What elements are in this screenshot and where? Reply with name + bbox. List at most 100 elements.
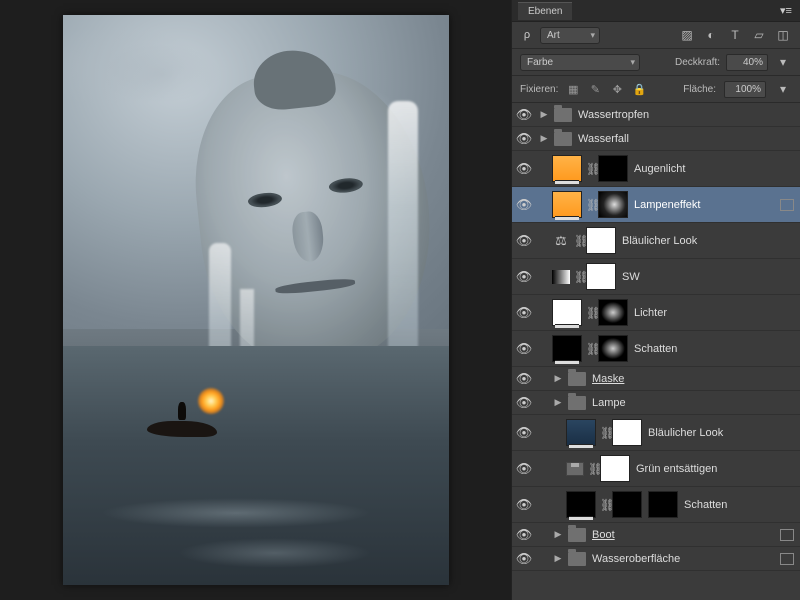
mask-link-icon[interactable]: ⛓ <box>588 462 596 476</box>
layer-mask-thumbnail[interactable] <box>586 263 616 290</box>
layer-effects-icon[interactable] <box>780 199 794 211</box>
lock-transparency-icon[interactable]: ▦ <box>566 82 580 96</box>
layer-thumbnail[interactable] <box>552 270 570 284</box>
filter-smart-icon[interactable]: ◫ <box>774 27 792 43</box>
lock-all-icon[interactable]: 🔒 <box>632 82 646 96</box>
layer-mask-thumbnail[interactable] <box>612 419 642 446</box>
mask-link-icon[interactable]: ⛓ <box>586 306 594 320</box>
visibility-toggle[interactable]: 👁 <box>514 131 534 147</box>
layer-row[interactable]: 👁 ▶ Maske <box>512 367 800 391</box>
layer-name[interactable]: Bläulicher Look <box>646 427 796 439</box>
layer-name[interactable]: Wasseroberfläche <box>590 553 776 565</box>
visibility-toggle[interactable]: 👁 <box>514 341 534 357</box>
disclosure-triangle-icon[interactable]: ▶ <box>538 109 550 120</box>
layer-thumbnail[interactable] <box>566 491 596 518</box>
fill-chevron-icon[interactable]: ▾ <box>774 81 792 97</box>
layer-name[interactable]: Schatten <box>682 499 796 511</box>
layer-row[interactable]: 👁 ▶ Lampe <box>512 391 800 415</box>
layer-row[interactable]: 👁 ⛓ SW <box>512 259 800 295</box>
layer-name[interactable]: Maske <box>590 373 796 385</box>
layer-mask-thumbnail[interactable] <box>598 191 628 218</box>
layer-mask-thumbnail[interactable] <box>598 335 628 362</box>
disclosure-triangle-icon[interactable]: ▶ <box>552 553 564 564</box>
layer-mask-thumbnail[interactable] <box>600 455 630 482</box>
layer-mask-thumbnail[interactable] <box>612 491 642 518</box>
layer-name[interactable]: Wasserfall <box>576 133 796 145</box>
opacity-chevron-icon[interactable]: ▾ <box>774 54 792 70</box>
filter-type-select[interactable]: Art <box>540 27 600 44</box>
visibility-toggle[interactable]: 👁 <box>514 551 534 567</box>
layer-row[interactable]: 👁 ⛓ Lampeneffekt <box>512 187 800 223</box>
layer-name[interactable]: Augenlicht <box>632 163 796 175</box>
lock-pixels-icon[interactable]: ✎ <box>588 82 602 96</box>
layer-thumbnail[interactable] <box>552 299 582 326</box>
layer-row[interactable]: 👁 ⛓ Bläulicher Look <box>512 415 800 451</box>
disclosure-triangle-icon[interactable]: ▶ <box>552 529 564 540</box>
layer-mask-thumbnail[interactable] <box>598 155 628 182</box>
layer-row[interactable]: 👁 ⛓ Schatten <box>512 331 800 367</box>
visibility-toggle[interactable]: 👁 <box>514 497 534 513</box>
mask-link-icon[interactable]: ⛓ <box>600 498 608 512</box>
layer-mask-thumbnail[interactable] <box>586 227 616 254</box>
layer-row[interactable]: 👁 ⛓ Grün entsättigen <box>512 451 800 487</box>
mask-link-icon[interactable]: ⛓ <box>586 162 594 176</box>
layer-name[interactable]: Bläulicher Look <box>620 235 796 247</box>
panel-menu-icon[interactable]: ▾≡ <box>778 4 794 17</box>
visibility-toggle[interactable]: 👁 <box>514 161 534 177</box>
layer-mask-thumbnail[interactable] <box>598 299 628 326</box>
mask-link-icon[interactable]: ⛓ <box>586 198 594 212</box>
tab-layers[interactable]: Ebenen <box>518 2 572 20</box>
disclosure-triangle-icon[interactable]: ▶ <box>552 373 564 384</box>
layer-row[interactable]: 👁 ▶ Wasserfall <box>512 127 800 151</box>
filter-shape-icon[interactable]: ▱ <box>750 27 768 43</box>
layer-row[interactable]: 👁 ⚖ ⛓ Bläulicher Look <box>512 223 800 259</box>
layer-name[interactable]: Lampeneffekt <box>632 199 776 211</box>
layer-row[interactable]: 👁 ▶ Boot <box>512 523 800 547</box>
fill-input[interactable]: 100% <box>724 81 766 98</box>
filter-type-icon[interactable]: T <box>726 27 744 43</box>
visibility-toggle[interactable]: 👁 <box>514 233 534 249</box>
layer-thumbnail[interactable] <box>566 419 596 446</box>
mask-link-icon[interactable]: ⛓ <box>600 426 608 440</box>
layer-name[interactable]: Boot <box>590 529 776 541</box>
layer-thumbnail[interactable] <box>566 462 584 476</box>
filter-adjust-icon[interactable]: ◐ <box>702 27 720 43</box>
layer-row[interactable]: 👁 ⛓ Lichter <box>512 295 800 331</box>
lock-position-icon[interactable]: ✥ <box>610 82 624 96</box>
layer-name[interactable]: SW <box>620 271 796 283</box>
visibility-toggle[interactable]: 👁 <box>514 461 534 477</box>
layers-list[interactable]: 👁▶Wassertropfen👁▶Wasserfall👁⛓Augenlicht👁… <box>512 103 800 600</box>
layer-row[interactable]: 👁 ▶ Wasseroberfläche <box>512 547 800 571</box>
visibility-toggle[interactable]: 👁 <box>514 527 534 543</box>
visibility-toggle[interactable]: 👁 <box>514 197 534 213</box>
layer-row[interactable]: 👁 ⛓ Augenlicht <box>512 151 800 187</box>
layer-thumbnail[interactable]: ⚖ <box>552 233 570 249</box>
layer-thumbnail[interactable] <box>552 191 582 218</box>
layer-name[interactable]: Lichter <box>632 307 796 319</box>
visibility-toggle[interactable]: 👁 <box>514 107 534 123</box>
layer-name[interactable]: Schatten <box>632 343 796 355</box>
mask-link-icon[interactable]: ⛓ <box>574 270 582 284</box>
mask-link-icon[interactable]: ⛓ <box>586 342 594 356</box>
layer-effects-icon[interactable] <box>780 529 794 541</box>
layer-thumbnail[interactable] <box>552 335 582 362</box>
blend-mode-select[interactable]: Farbe <box>520 54 640 71</box>
layer-row[interactable]: 👁 ⛓ Schatten <box>512 487 800 523</box>
layer-mask-thumbnail[interactable] <box>648 491 678 518</box>
layer-name[interactable]: Grün entsättigen <box>634 463 796 475</box>
layer-name[interactable]: Lampe <box>590 397 796 409</box>
layer-effects-icon[interactable] <box>780 553 794 565</box>
visibility-toggle[interactable]: 👁 <box>514 305 534 321</box>
filter-image-icon[interactable]: ▨ <box>678 27 696 43</box>
opacity-input[interactable]: 40% <box>726 54 768 71</box>
layer-name[interactable]: Wassertropfen <box>576 109 796 121</box>
disclosure-triangle-icon[interactable]: ▶ <box>552 397 564 408</box>
visibility-toggle[interactable]: 👁 <box>514 395 534 411</box>
disclosure-triangle-icon[interactable]: ▶ <box>538 133 550 144</box>
layer-thumbnail[interactable] <box>552 155 582 182</box>
layer-row[interactable]: 👁 ▶ Wassertropfen <box>512 103 800 127</box>
visibility-toggle[interactable]: 👁 <box>514 425 534 441</box>
visibility-toggle[interactable]: 👁 <box>514 269 534 285</box>
mask-link-icon[interactable]: ⛓ <box>574 234 582 248</box>
visibility-toggle[interactable]: 👁 <box>514 371 534 387</box>
